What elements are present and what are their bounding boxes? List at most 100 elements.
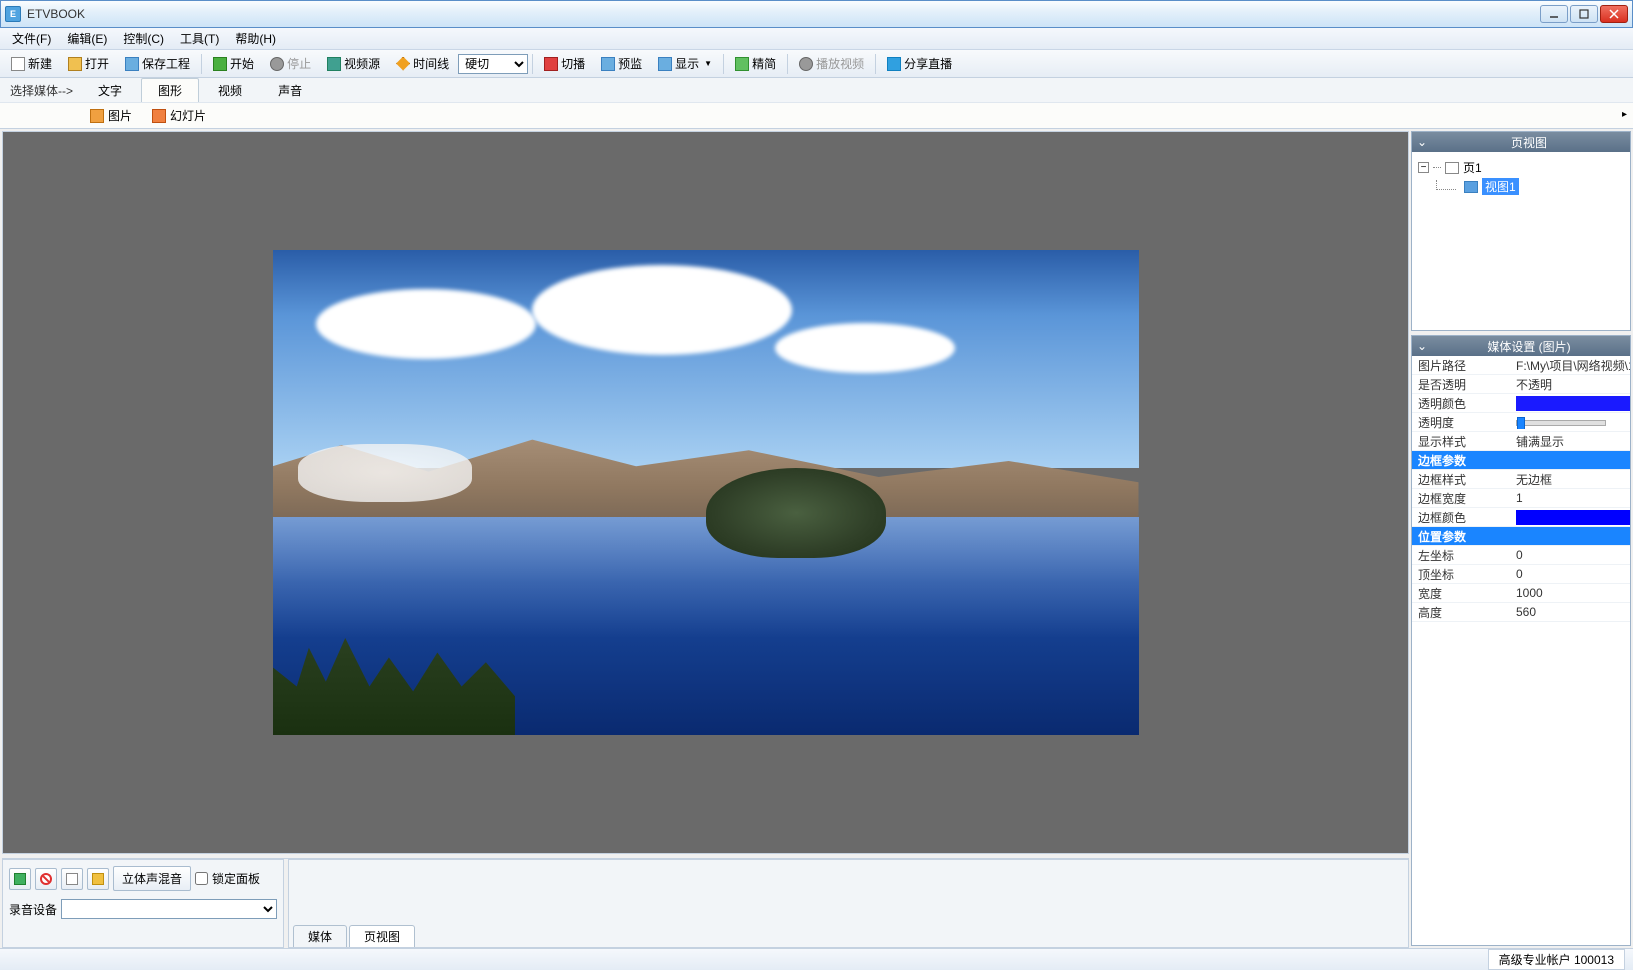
bottom-tab-media[interactable]: 媒体 (293, 925, 347, 947)
prop-top[interactable]: 顶坐标0 (1412, 565, 1630, 584)
page-tree: − 页1 视图1 (1412, 152, 1630, 330)
cut-button[interactable]: 切播 (537, 52, 592, 75)
status-account: 高级专业帐户 100013 (1488, 949, 1625, 970)
window-title: ETVBOOK (27, 7, 1540, 21)
collapse-icon[interactable]: ⌄ (1414, 339, 1430, 353)
slide-icon (152, 109, 166, 123)
start-button[interactable]: 开始 (206, 52, 261, 75)
menubar: 文件(F) 编辑(E) 控制(C) 工具(T) 帮助(H) (0, 28, 1633, 50)
canvas-area (2, 131, 1409, 854)
tree-toggle-icon[interactable]: − (1418, 162, 1429, 173)
opacity-slider[interactable] (1516, 420, 1606, 426)
open-icon (68, 57, 82, 71)
square-icon (66, 873, 78, 885)
audio-disable-button[interactable] (35, 868, 57, 890)
tree-selected-label: 视图1 (1482, 178, 1519, 195)
menu-file[interactable]: 文件(F) (4, 27, 59, 50)
minimize-button[interactable] (1540, 5, 1568, 23)
save-project-button[interactable]: 保存工程 (118, 52, 197, 75)
play-video-button[interactable]: 播放视频 (792, 52, 871, 75)
open-button[interactable]: 打开 (61, 52, 116, 75)
bottom-tab-page-view[interactable]: 页视图 (349, 925, 415, 947)
page-view-panel: ⌄ 页视图 − 页1 视图1 (1411, 131, 1631, 331)
toolbar: 新建 打开 保存工程 开始 停止 视频源 时间线 硬切 切播 预监 显示▼ 精简… (0, 50, 1633, 78)
preview-icon (601, 57, 615, 71)
separator (201, 54, 202, 74)
prop-section-border: 边框参数 (1412, 451, 1630, 470)
stop-button[interactable]: 停止 (263, 52, 318, 75)
audio-speaker-button[interactable] (87, 868, 109, 890)
prop-border-color[interactable]: 边框颜色 (1412, 508, 1630, 527)
play-icon (213, 57, 227, 71)
tree-node-view[interactable]: 视图1 (1418, 177, 1624, 196)
prop-section-position: 位置参数 (1412, 527, 1630, 546)
record-device-select[interactable] (61, 899, 277, 919)
prop-border-style[interactable]: 边框样式无边框 (1412, 470, 1630, 489)
media-settings-panel: ⌄ 媒体设置 (图片) 图片路径F:\My\项目\网络视频\1 是否透明不透明 … (1411, 335, 1631, 946)
share-live-button[interactable]: 分享直播 (880, 52, 959, 75)
bottom-right-panel: 媒体 页视图 (288, 859, 1409, 948)
share-icon (887, 57, 901, 71)
tab-audio[interactable]: 声音 (261, 78, 319, 103)
separator (787, 54, 788, 74)
timeline-icon (396, 57, 410, 71)
new-icon (11, 57, 25, 71)
tab-video[interactable]: 视频 (201, 78, 259, 103)
app-icon: E (5, 6, 21, 22)
prop-image-path[interactable]: 图片路径F:\My\项目\网络视频\1 (1412, 356, 1630, 375)
transition-select[interactable]: 硬切 (458, 54, 528, 74)
stereo-mix-button[interactable]: 立体声混音 (113, 866, 191, 891)
menu-tools[interactable]: 工具(T) (172, 27, 227, 50)
sub-slide-button[interactable]: 幻灯片 (142, 105, 216, 126)
prop-is-transparent[interactable]: 是否透明不透明 (1412, 375, 1630, 394)
prop-left[interactable]: 左坐标0 (1412, 546, 1630, 565)
audio-input-button[interactable] (9, 868, 31, 890)
prop-height[interactable]: 高度560 (1412, 603, 1630, 622)
mic-icon (14, 873, 26, 885)
maximize-button[interactable] (1570, 5, 1598, 23)
prop-display-style[interactable]: 显示样式铺满显示 (1412, 432, 1630, 451)
chevron-down-icon: ▼ (704, 59, 712, 68)
page-icon (1445, 162, 1459, 174)
lock-panel-checkbox[interactable]: 锁定面板 (195, 870, 260, 887)
record-device-label: 录音设备 (9, 901, 57, 918)
video-source-icon (327, 57, 341, 71)
simple-button[interactable]: 精简 (728, 52, 783, 75)
audio-panel: 立体声混音 锁定面板 录音设备 (2, 859, 284, 948)
tree-node-page[interactable]: − 页1 (1418, 158, 1624, 177)
prop-trans-color[interactable]: 透明颜色 (1412, 394, 1630, 413)
display-icon (658, 57, 672, 71)
separator (875, 54, 876, 74)
close-button[interactable] (1600, 5, 1628, 23)
titlebar: E ETVBOOK (0, 0, 1633, 28)
separator (723, 54, 724, 74)
prop-width[interactable]: 宽度1000 (1412, 584, 1630, 603)
cut-icon (544, 57, 558, 71)
video-source-button[interactable]: 视频源 (320, 52, 387, 75)
audio-stop-button[interactable] (61, 868, 83, 890)
new-button[interactable]: 新建 (4, 52, 59, 75)
play-video-icon (799, 57, 813, 71)
display-button[interactable]: 显示▼ (651, 52, 719, 75)
collapse-icon[interactable]: ⌄ (1414, 135, 1430, 149)
overflow-arrow-icon[interactable]: ▸ (1622, 109, 1627, 120)
menu-help[interactable]: 帮助(H) (227, 27, 284, 50)
menu-control[interactable]: 控制(C) (115, 27, 172, 50)
statusbar: 高级专业帐户 100013 (0, 948, 1633, 970)
image-icon (90, 109, 104, 123)
separator (532, 54, 533, 74)
menu-edit[interactable]: 编辑(E) (59, 27, 115, 50)
canvas-view[interactable] (3, 132, 1408, 853)
timeline-button[interactable]: 时间线 (389, 52, 456, 75)
view-icon (1464, 181, 1478, 193)
prop-opacity[interactable]: 透明度 (1412, 413, 1630, 432)
save-icon (125, 57, 139, 71)
tab-shape[interactable]: 图形 (141, 78, 199, 103)
speaker-icon (92, 873, 104, 885)
tab-text[interactable]: 文字 (81, 78, 139, 103)
prop-border-width[interactable]: 边框宽度1 (1412, 489, 1630, 508)
sub-image-button[interactable]: 图片 (80, 105, 142, 126)
preview-button[interactable]: 预监 (594, 52, 649, 75)
select-media-label: 选择媒体--> (4, 82, 79, 99)
canvas-image[interactable] (273, 250, 1139, 735)
